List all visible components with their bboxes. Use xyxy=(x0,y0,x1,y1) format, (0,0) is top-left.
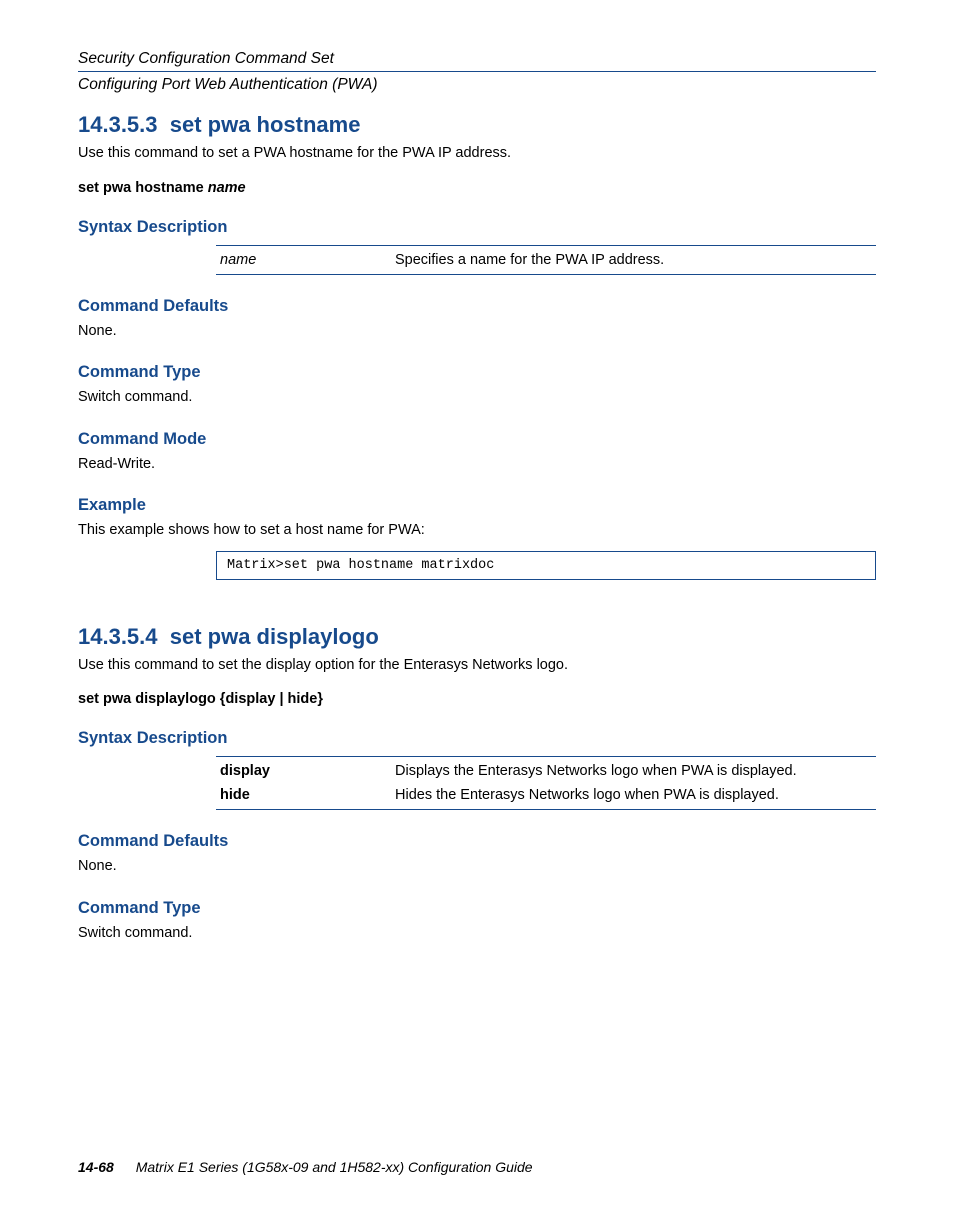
option-display: display xyxy=(220,763,395,779)
example-heading: Example xyxy=(78,496,876,515)
section-title-set-pwa-hostname: 14.3.5.3 set pwa hostname xyxy=(78,112,876,138)
command-mode-heading: Command Mode xyxy=(78,430,876,449)
command-defaults-heading: Command Defaults xyxy=(78,297,876,316)
table-row: hide Hides the Enterasys Networks logo w… xyxy=(216,785,876,809)
param-description: Specifies a name for the PWA IP address. xyxy=(395,252,872,268)
header-chapter: Security Configuration Command Set xyxy=(78,50,876,68)
command-type-text-2: Switch command. xyxy=(78,924,876,944)
command-type-text: Switch command. xyxy=(78,388,876,408)
section-number: 14.3.5.3 xyxy=(78,112,158,137)
syntax-description-table: name Specifies a name for the PWA IP add… xyxy=(216,245,876,275)
option-hide: hide xyxy=(220,787,395,803)
section1-syntax: set pwa hostname name xyxy=(78,180,876,196)
table-row: display Displays the Enterasys Networks … xyxy=(216,757,876,785)
section-title-set-pwa-displaylogo: 14.3.5.4 set pwa displaylogo xyxy=(78,624,876,650)
param-name: name xyxy=(220,252,395,268)
table-row: name Specifies a name for the PWA IP add… xyxy=(216,246,876,274)
option-display-description: Displays the Enterasys Networks logo whe… xyxy=(395,763,872,779)
section2-description: Use this command to set the display opti… xyxy=(78,656,876,676)
page-number: 14-68 xyxy=(78,1159,114,1175)
section-name: set pwa hostname xyxy=(170,112,361,137)
footer-title: Matrix E1 Series (1G58x-09 and 1H582-xx)… xyxy=(136,1159,533,1175)
header-subsection: Configuring Port Web Authentication (PWA… xyxy=(78,76,876,94)
example-text: This example shows how to set a host nam… xyxy=(78,521,876,541)
command-mode-text: Read-Write. xyxy=(78,455,876,475)
option-hide-description: Hides the Enterasys Networks logo when P… xyxy=(395,787,872,803)
command-type-heading: Command Type xyxy=(78,363,876,382)
section-number: 14.3.5.4 xyxy=(78,624,158,649)
command-defaults-text: None. xyxy=(78,322,876,342)
syntax-description-heading: Syntax Description xyxy=(78,218,876,237)
syntax-description-heading-2: Syntax Description xyxy=(78,729,876,748)
page-footer: 14-68 Matrix E1 Series (1G58x-09 and 1H5… xyxy=(78,1159,533,1175)
example-code-block: Matrix>set pwa hostname matrixdoc xyxy=(216,551,876,580)
command-type-heading-2: Command Type xyxy=(78,899,876,918)
section-name: set pwa displaylogo xyxy=(170,624,379,649)
command-defaults-heading-2: Command Defaults xyxy=(78,832,876,851)
header-rule xyxy=(78,71,876,72)
command-defaults-text-2: None. xyxy=(78,857,876,877)
section2-syntax: set pwa displaylogo {display | hide} xyxy=(78,691,876,707)
section1-description: Use this command to set a PWA hostname f… xyxy=(78,144,876,164)
syntax-description-table-2: display Displays the Enterasys Networks … xyxy=(216,756,876,810)
